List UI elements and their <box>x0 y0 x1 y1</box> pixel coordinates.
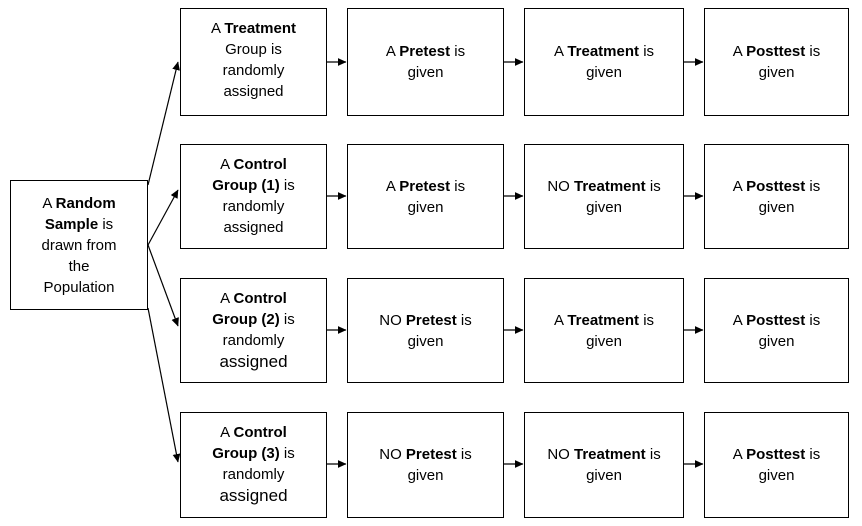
node-group-row-1: A Treatment Group is randomly assigned <box>180 8 327 116</box>
node-treatment-row-4: NO Treatment is given <box>524 412 684 518</box>
node-posttest-row-2-text: A Posttest is given <box>732 177 821 216</box>
node-group-row-3-text: A Control Group (2) is randomly assigned <box>212 290 295 371</box>
node-posttest-row-1-text: A Posttest is given <box>732 43 821 81</box>
node-pretest-row-2: A Pretest is given <box>347 144 504 249</box>
node-random-sample: A Random Sample is drawn from the Popula… <box>10 180 148 310</box>
node-treatment-row-4-text: NO Treatment is given <box>547 446 661 484</box>
node-pretest-row-4-text: NO Pretest is given <box>379 446 472 484</box>
node-treatment-row-1: A Treatment is given <box>524 8 684 116</box>
node-treatment-row-2-text: NO Treatment is given <box>547 177 661 216</box>
node-posttest-row-2: A Posttest is given <box>704 144 849 249</box>
node-random-sample-text: A Random Sample is drawn from the Popula… <box>41 194 117 296</box>
node-posttest-row-1: A Posttest is given <box>704 8 849 116</box>
node-posttest-row-4: A Posttest is given <box>704 412 849 518</box>
node-pretest-row-3-text: NO Pretest is given <box>379 311 472 350</box>
branch-arrows <box>147 61 181 463</box>
node-pretest-row-1-text: A Pretest is given <box>385 43 466 81</box>
flow-diagram: A Random Sample is drawn from the Popula… <box>0 0 862 526</box>
node-group-row-4: A Control Group (3) is randomly assigned <box>180 412 327 518</box>
node-pretest-row-1: A Pretest is given <box>347 8 504 116</box>
node-group-row-2-text: A Control Group (1) is randomly assigned <box>212 156 295 236</box>
node-treatment-row-3-text: A Treatment is given <box>553 311 655 350</box>
arrow-sample-to-group-4 <box>147 307 181 463</box>
node-group-row-4-text: A Control Group (3) is randomly assigned <box>212 424 295 505</box>
arrow-sample-to-group-1 <box>147 61 180 186</box>
node-pretest-row-2-text: A Pretest is given <box>385 177 466 216</box>
arrow-sample-to-group-2 <box>147 189 179 246</box>
node-treatment-row-3: A Treatment is given <box>524 278 684 383</box>
node-posttest-row-3: A Posttest is given <box>704 278 849 383</box>
node-group-row-3: A Control Group (2) is randomly assigned <box>180 278 327 383</box>
arrow-sample-to-group-3 <box>147 244 179 327</box>
node-group-row-2: A Control Group (1) is randomly assigned <box>180 144 327 249</box>
node-treatment-row-1-text: A Treatment is given <box>553 43 655 81</box>
node-pretest-row-3: NO Pretest is given <box>347 278 504 383</box>
node-posttest-row-4-text: A Posttest is given <box>732 446 821 484</box>
node-treatment-row-2: NO Treatment is given <box>524 144 684 249</box>
node-pretest-row-4: NO Pretest is given <box>347 412 504 518</box>
node-group-row-1-text: A Treatment Group is randomly assigned <box>210 20 297 100</box>
node-posttest-row-3-text: A Posttest is given <box>732 311 821 350</box>
